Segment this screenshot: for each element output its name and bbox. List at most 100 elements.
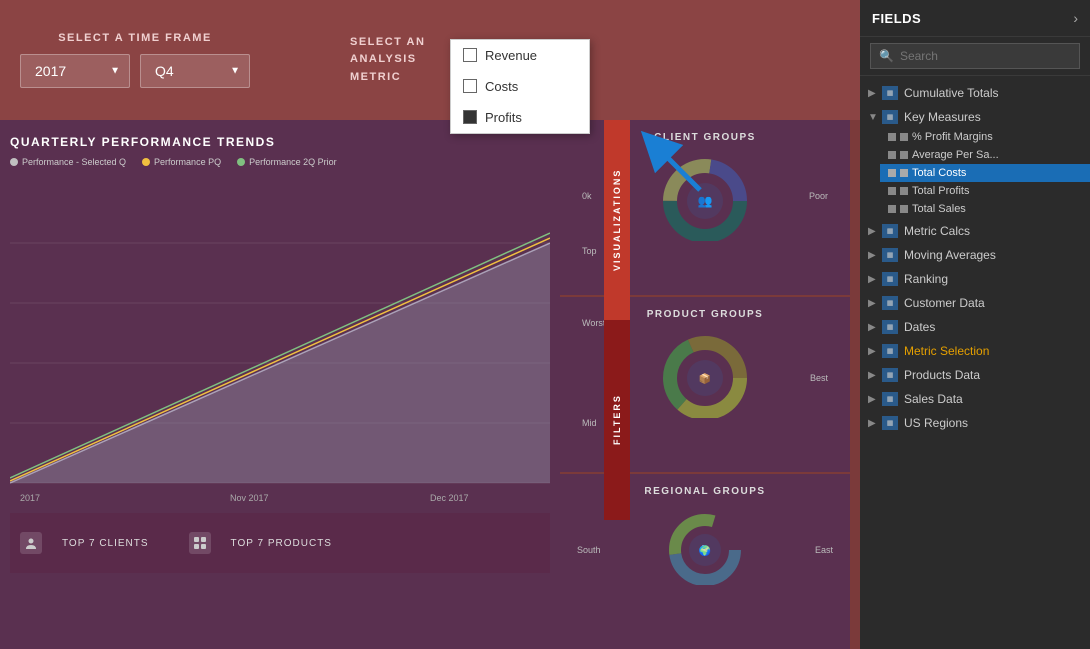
legend-label-1: Performance - Selected Q	[22, 157, 126, 167]
product-donut-chart: 📦	[655, 328, 755, 418]
legend-label-3: Performance 2Q Prior	[249, 157, 337, 167]
field-group-metric-selection: ▶ ▦ Metric Selection	[860, 340, 1090, 362]
fields-panel: FIELDS › 🔍 ▶ ▦ Cumulative Totals ▼ ▦ Key…	[860, 0, 1090, 649]
metric-selection-label: Metric Selection	[904, 344, 1082, 358]
quarter-dropdown-wrapper: Q1 Q2 Q3 Q4	[140, 54, 250, 88]
dropdowns-row: 2016 2017 2018 Q1 Q2 Q3 Q4	[20, 54, 250, 88]
field-group-cumulative: ▶ ▦ Cumulative Totals	[860, 82, 1090, 104]
ranking-group[interactable]: ▶ ▦ Ranking	[860, 268, 1090, 290]
performance-chart-svg: 2017 Nov 2017 Dec 2017	[10, 173, 550, 513]
field-total-costs[interactable]: Total Costs	[880, 164, 1090, 182]
chart-title: QUARTERLY PERFORMANCE TRENDS	[10, 135, 550, 149]
expand-icon-sales-data: ▶	[868, 394, 878, 405]
expand-icon-cumulative: ▶	[868, 88, 878, 99]
field-group-key-measures: ▼ ▦ Key Measures % Profit Margins Averag…	[860, 106, 1090, 218]
metric-profits-item[interactable]: Profits	[451, 102, 589, 133]
customer-data-group[interactable]: ▶ ▦ Customer Data	[860, 292, 1090, 314]
search-icon: 🔍	[879, 49, 894, 63]
expand-icon-ranking: ▶	[868, 274, 878, 285]
fields-close-button[interactable]: ›	[1073, 10, 1078, 26]
sales-data-group[interactable]: ▶ ▦ Sales Data	[860, 388, 1090, 410]
field-average-per-sa[interactable]: Average Per Sa...	[880, 146, 1090, 164]
type-icon-moving-averages: ▦	[882, 248, 898, 262]
client-label-0k: 0k	[582, 191, 592, 201]
expand-icon-metric-calcs: ▶	[868, 226, 878, 237]
fields-title: FIELDS	[872, 11, 921, 26]
product-label-worst: Worst	[582, 318, 605, 328]
clients-icon	[20, 532, 42, 554]
legend-item-1: Performance - Selected Q	[10, 157, 126, 167]
field-group-metric-calcs: ▶ ▦ Metric Calcs	[860, 220, 1090, 242]
key-measures-children: % Profit Margins Average Per Sa... Total…	[860, 128, 1090, 218]
profit-margins-label: % Profit Margins	[912, 131, 993, 143]
metric-revenue-item[interactable]: Revenue	[451, 40, 589, 71]
svg-text:🌍: 🌍	[699, 544, 711, 557]
svg-text:Nov 2017: Nov 2017	[230, 493, 269, 503]
year-dropdown-wrapper: 2016 2017 2018	[20, 54, 130, 88]
filters-tab[interactable]: FILTERS	[604, 320, 630, 520]
products-data-label: Products Data	[904, 368, 1082, 382]
expand-icon-moving-averages: ▶	[868, 250, 878, 261]
type-icon-total-costs	[888, 169, 896, 177]
svg-text:👥: 👥	[698, 194, 713, 208]
type-icon2-total-profits	[900, 187, 908, 195]
quarter-dropdown[interactable]: Q1 Q2 Q3 Q4	[140, 54, 250, 88]
product-label-mid: Mid	[582, 418, 597, 428]
metric-selection-group[interactable]: ▶ ▦ Metric Selection	[860, 340, 1090, 362]
field-total-sales[interactable]: Total Sales	[880, 200, 1090, 218]
field-group-moving-averages: ▶ ▦ Moving Averages	[860, 244, 1090, 266]
metric-calcs-label: Metric Calcs	[904, 224, 1082, 238]
search-input[interactable]	[900, 49, 1071, 63]
moving-averages-group[interactable]: ▶ ▦ Moving Averages	[860, 244, 1090, 266]
type-icon-ranking: ▦	[882, 272, 898, 286]
moving-averages-label: Moving Averages	[904, 248, 1082, 262]
sales-data-label: Sales Data	[904, 392, 1082, 406]
legend-dot-2	[142, 158, 150, 166]
client-label-poor: Poor	[809, 191, 828, 201]
dashboard: SELECT A TIME FRAME 2016 2017 2018 Q1 Q2…	[0, 0, 860, 649]
field-group-us-regions: ▶ ▦ US Regions	[860, 412, 1090, 434]
main-content: QUARTERLY PERFORMANCE TRENDS Performance…	[0, 120, 860, 649]
fields-search: 🔍	[860, 37, 1090, 76]
average-per-sa-label: Average Per Sa...	[912, 149, 999, 161]
metric-calcs-group[interactable]: ▶ ▦ Metric Calcs	[860, 220, 1090, 242]
chart-legend: Performance - Selected Q Performance PQ …	[10, 157, 550, 167]
profits-checkbox	[463, 110, 477, 124]
metric-popup: Revenue Costs Profits	[450, 39, 590, 134]
ranking-label: Ranking	[904, 272, 1082, 286]
metric-label-group: SELECT AN ANALYSIS METRIC	[350, 34, 425, 87]
total-profits-label: Total Profits	[912, 185, 969, 197]
type-icon-metric-selection: ▦	[882, 344, 898, 358]
costs-checkbox	[463, 79, 477, 93]
total-costs-label: Total Costs	[912, 167, 966, 179]
key-measures-group[interactable]: ▼ ▦ Key Measures	[860, 106, 1090, 128]
product-label-best: Best	[810, 373, 828, 383]
dates-group[interactable]: ▶ ▦ Dates	[860, 316, 1090, 338]
cumulative-totals-group[interactable]: ▶ ▦ Cumulative Totals	[860, 82, 1090, 104]
metric-line1: SELECT AN	[350, 34, 425, 52]
type-icon-average	[888, 151, 896, 159]
year-dropdown[interactable]: 2016 2017 2018	[20, 54, 130, 88]
products-data-group[interactable]: ▶ ▦ Products Data	[860, 364, 1090, 386]
profits-label: Profits	[485, 110, 522, 125]
field-total-profits[interactable]: Total Profits	[880, 182, 1090, 200]
type-icon2-average	[900, 151, 908, 159]
field-profit-margins[interactable]: % Profit Margins	[880, 128, 1090, 146]
type-icon-key-measures: ▦	[882, 110, 898, 124]
client-donut-chart: 👥	[655, 151, 755, 241]
metric-costs-item[interactable]: Costs	[451, 71, 589, 102]
expand-icon-customer-data: ▶	[868, 298, 878, 309]
svg-text:2017: 2017	[20, 493, 40, 503]
type-icon-cumulative: ▦	[882, 86, 898, 100]
type-icon-metric-calcs: ▦	[882, 224, 898, 238]
vertical-tabs: VISUALIZATIONS FILTERS	[604, 120, 630, 520]
expand-icon-metric-selection: ▶	[868, 346, 878, 357]
visualizations-tab[interactable]: VISUALIZATIONS	[604, 120, 630, 320]
field-group-ranking: ▶ ▦ Ranking	[860, 268, 1090, 290]
us-regions-group[interactable]: ▶ ▦ US Regions	[860, 412, 1090, 434]
chart-panel: QUARTERLY PERFORMANCE TRENDS Performance…	[0, 120, 560, 649]
expand-icon-us-regions: ▶	[868, 418, 878, 429]
fields-list: ▶ ▦ Cumulative Totals ▼ ▦ Key Measures %…	[860, 76, 1090, 649]
client-label-top: Top	[582, 246, 597, 256]
type-icon-total-sales	[888, 205, 896, 213]
